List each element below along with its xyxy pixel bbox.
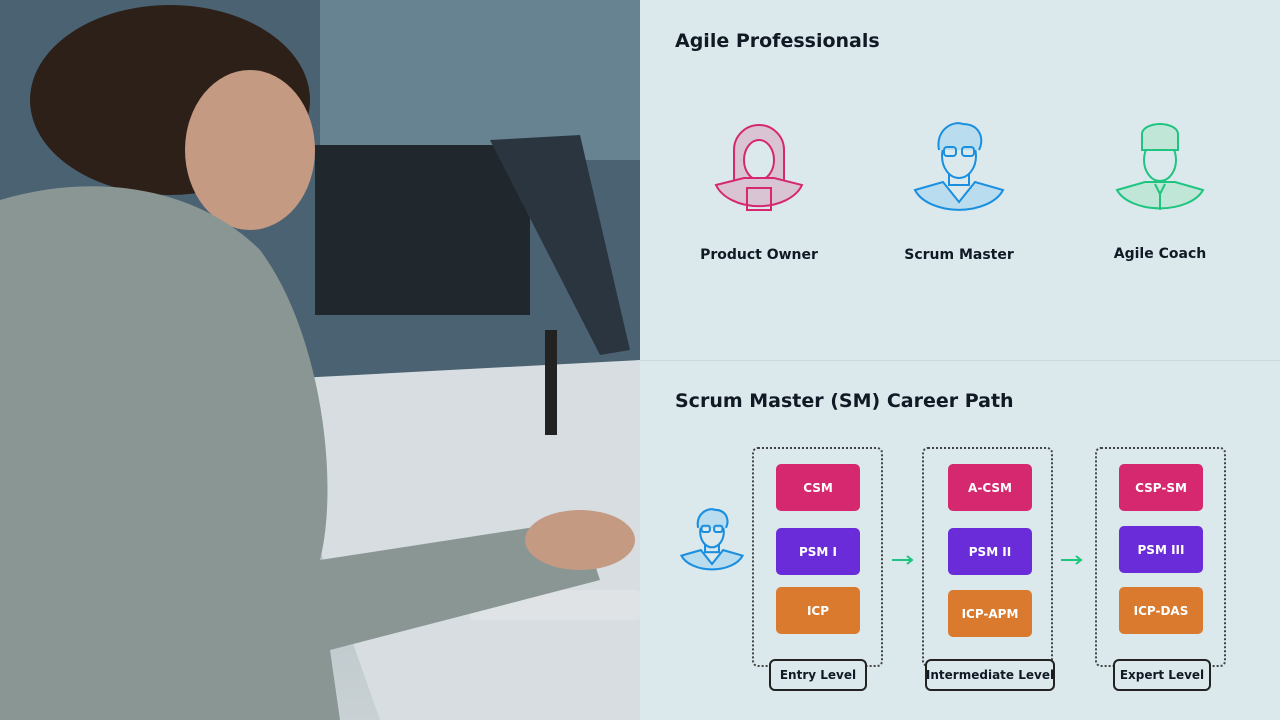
- career-path-title: Scrum Master (SM) Career Path: [675, 390, 1014, 412]
- agile-professionals-title: Agile Professionals: [675, 30, 880, 52]
- level-label: Expert Level: [1113, 659, 1211, 691]
- cert-badge-csm: CSM: [776, 464, 860, 511]
- cert-badge-icp: ICP: [776, 587, 860, 634]
- level-label: Intermediate Level: [925, 659, 1055, 691]
- photo-illustration: [0, 0, 640, 720]
- cert-badge-csp-sm: CSP-SM: [1119, 464, 1203, 511]
- arrow-right-icon: [892, 555, 914, 565]
- cert-badge-a-csm: A-CSM: [948, 464, 1032, 511]
- role-agile-coach: Agile Coach: [1080, 122, 1240, 262]
- man-glasses-avatar-icon: [913, 122, 1005, 211]
- slide-panel: Agile Professionals Product Owner Scrum …: [640, 0, 1280, 720]
- arrow-right-icon: [1061, 555, 1083, 565]
- cert-badge-icp-das: ICP-DAS: [1119, 587, 1203, 634]
- cert-badge-psm-ii: PSM II: [948, 528, 1032, 575]
- cert-badge-psm-i: PSM I: [776, 528, 860, 575]
- woman-avatar-icon: [714, 124, 804, 211]
- role-scrum-master: Scrum Master: [879, 120, 1039, 263]
- cert-badge-psm-iii: PSM III: [1119, 526, 1203, 573]
- role-label: Scrum Master: [904, 247, 1014, 263]
- man-cap-avatar-icon: [1115, 123, 1205, 210]
- role-label: Product Owner: [700, 247, 818, 263]
- level-label: Entry Level: [769, 659, 867, 691]
- expert-level-column: CSP-SM PSM III ICP-DAS Expert Level: [1095, 447, 1226, 691]
- role-label: Agile Coach: [1113, 246, 1207, 262]
- section-divider: [640, 360, 1280, 361]
- photo-man-typing-at-desk: [0, 0, 640, 720]
- scrum-master-avatar-icon: [680, 508, 744, 571]
- intermediate-level-column: A-CSM PSM II ICP-APM Intermediate Level: [922, 447, 1055, 691]
- cert-badge-icp-apm: ICP-APM: [948, 590, 1032, 637]
- entry-level-column: CSM PSM I ICP Entry Level: [752, 447, 883, 691]
- role-product-owner: Product Owner: [679, 120, 839, 263]
